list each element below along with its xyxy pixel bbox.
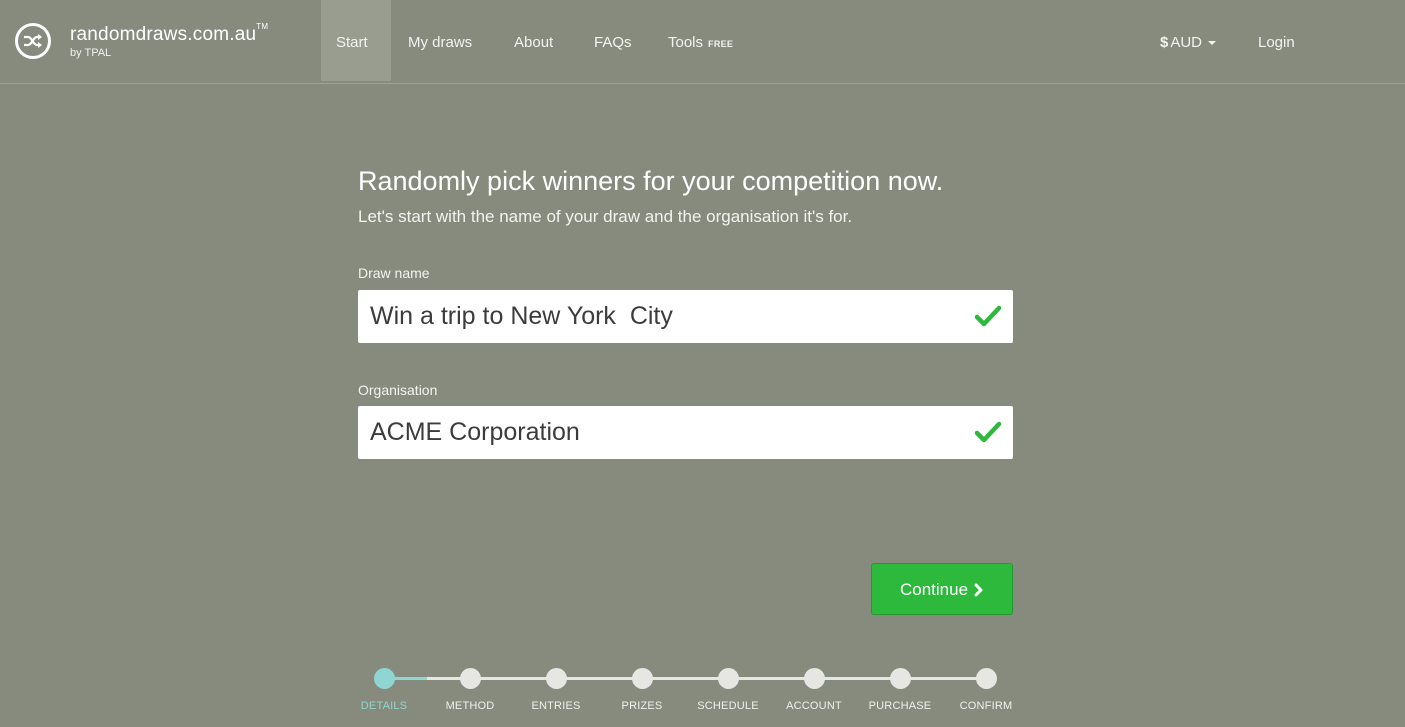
organisation-field-container xyxy=(358,406,1013,459)
brand-name[interactable]: randomdraws.com.auTM xyxy=(70,22,269,46)
checkmark-icon xyxy=(974,305,1002,332)
step-connector xyxy=(900,677,986,680)
step-dot-purchase[interactable] xyxy=(889,668,911,689)
chevron-right-icon xyxy=(974,583,983,597)
step-connector xyxy=(470,677,556,680)
currency-symbol: $ xyxy=(1160,34,1169,51)
continue-button[interactable]: Continue xyxy=(871,563,1013,615)
step-dot-prizes[interactable] xyxy=(631,668,653,689)
nav-tools[interactable]: Tools FREE xyxy=(653,0,748,81)
step-connector xyxy=(814,677,900,680)
draw-name-label: Draw name xyxy=(358,265,430,281)
organisation-label: Organisation xyxy=(358,382,438,398)
draw-name-input[interactable] xyxy=(358,290,958,343)
step-dot-schedule[interactable] xyxy=(717,668,739,689)
step-label-purchase: PURCHASE xyxy=(868,700,932,712)
free-badge: FREE xyxy=(708,39,734,49)
step-label-prizes: PRIZES xyxy=(621,700,663,712)
checkmark-icon xyxy=(974,421,1002,448)
nav-about[interactable]: About xyxy=(499,0,568,81)
step-label-method: METHOD xyxy=(445,700,495,712)
step-label-entries: ENTRIES xyxy=(531,700,581,712)
step-label-schedule: SCHEDULE xyxy=(697,700,759,712)
step-dot-method[interactable] xyxy=(459,668,481,689)
step-label-confirm: CONFIRM xyxy=(959,700,1013,712)
step-connector xyxy=(556,677,642,680)
login-link[interactable]: Login xyxy=(1258,0,1295,84)
caret-down-icon xyxy=(1208,41,1217,46)
organisation-input[interactable] xyxy=(358,406,958,459)
nav-faqs[interactable]: FAQs xyxy=(579,0,647,81)
step-dot-details[interactable] xyxy=(373,668,395,689)
page-subtitle: Let's start with the name of your draw a… xyxy=(358,207,853,226)
currency-code: AUD xyxy=(1170,34,1203,51)
nav-my-draws[interactable]: My draws xyxy=(393,0,487,81)
top-navbar: randomdraws.com.auTM by TPAL Start My dr… xyxy=(0,0,1405,84)
page-title: Randomly pick winners for your competiti… xyxy=(358,166,944,196)
step-connector xyxy=(642,677,728,680)
draw-name-field-container xyxy=(358,290,1013,343)
nav-tools-label: Tools xyxy=(668,34,704,51)
step-label-account: ACCOUNT xyxy=(786,700,842,712)
brand-subtitle: by TPAL xyxy=(70,47,112,59)
continue-label: Continue xyxy=(899,580,969,599)
progress-stepper: DETAILS METHOD ENTRIES PRIZES SCHEDULE ACCOUN… xyxy=(340,660,1040,720)
step-label-details: DETAILS xyxy=(360,700,408,712)
currency-dropdown[interactable]: $ AUD xyxy=(1160,0,1217,84)
step-dot-account[interactable] xyxy=(803,668,825,689)
shuffle-logo-icon[interactable] xyxy=(15,23,51,59)
step-dot-confirm[interactable] xyxy=(975,668,997,689)
step-dot-entries[interactable] xyxy=(545,668,567,689)
step-connector xyxy=(728,677,814,680)
nav-start[interactable]: Start xyxy=(321,0,391,81)
trademark-mark: TM xyxy=(256,22,269,31)
